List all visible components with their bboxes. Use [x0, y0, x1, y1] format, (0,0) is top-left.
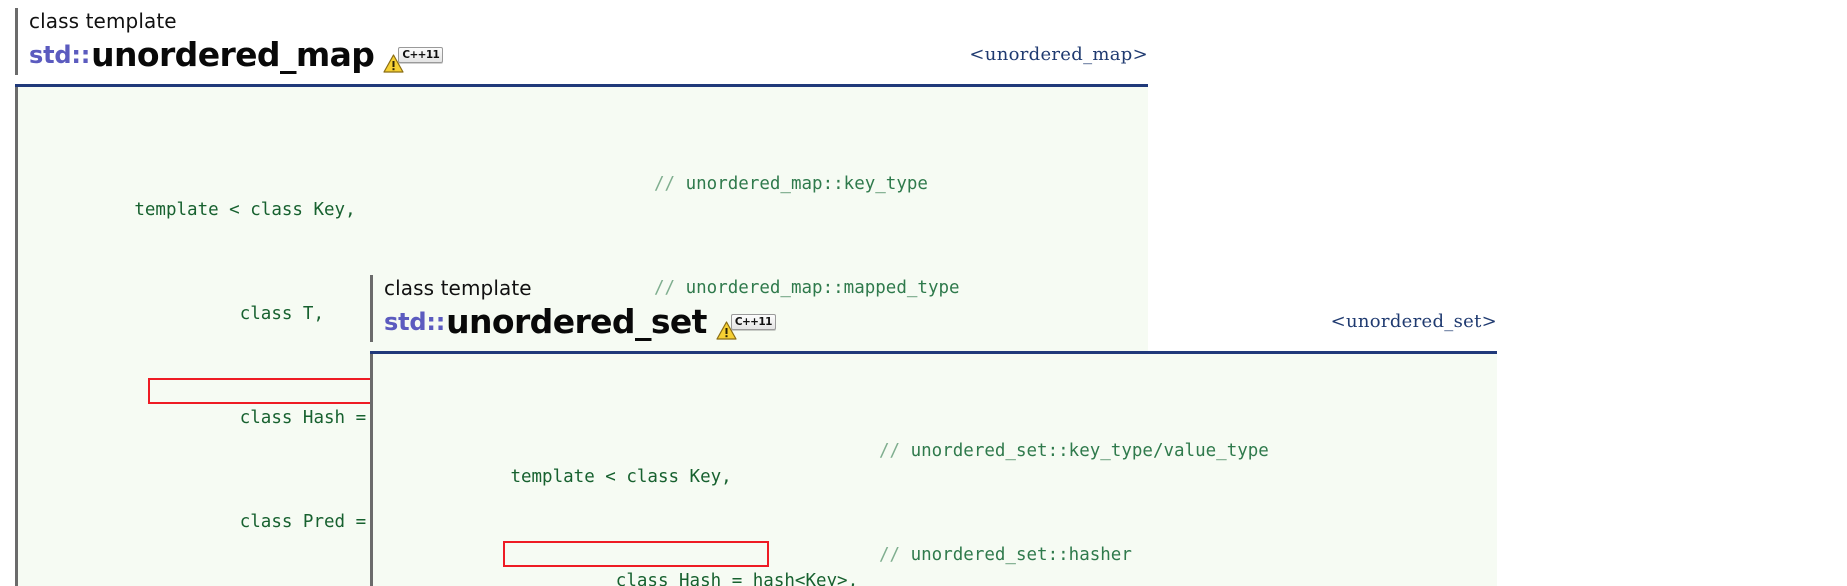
- code-declaration: class T,: [134, 304, 325, 324]
- comment-slashes: //: [879, 441, 901, 461]
- namespace-prefix: std::: [384, 308, 446, 336]
- reference-panel-unordered-set: class template std:: unordered_set C++11: [370, 275, 1497, 586]
- comment-slashes: //: [654, 174, 676, 194]
- code-declaration: class Hash = hash<Key>,: [510, 571, 859, 586]
- red-highlight-box: [503, 541, 769, 567]
- include-header-name: <unordered_set>: [1330, 311, 1497, 332]
- code-row: template < class Key, // unordered_set::…: [384, 438, 1497, 487]
- warning-triangle-icon: [716, 316, 737, 340]
- comment-slashes: //: [879, 545, 901, 565]
- panel-header: class template std:: unordered_set C++11: [370, 275, 1497, 342]
- code-block-unordered-set: template < class Key, // unordered_set::…: [370, 354, 1497, 586]
- badge-group: C++11: [383, 46, 444, 73]
- code-row-highlighted: class Hash = hash<Key>, // unordered_set…: [384, 541, 1497, 586]
- namespace-prefix: std::: [29, 41, 91, 69]
- code-comment: // unordered_set::hasher: [879, 545, 1132, 565]
- code-declaration: template < class Key,: [510, 467, 732, 487]
- code-comment: // unordered_set::key_type/value_type: [879, 441, 1269, 461]
- cxx-standard-badge: C++11: [730, 313, 776, 330]
- screenshot-canvas: class template std:: unordered_map C++11: [0, 0, 1847, 586]
- code-lines: template < class Key, // unordered_set::…: [370, 360, 1497, 586]
- code-row: template < class Key, // unordered_map::…: [29, 171, 1148, 220]
- badge-group: C++11: [716, 313, 776, 340]
- entity-name: unordered_map: [91, 35, 375, 74]
- entity-name: unordered_set: [446, 302, 707, 341]
- warning-triangle-icon: [383, 49, 404, 73]
- code-comment: // unordered_map::key_type: [654, 174, 928, 194]
- cxx-standard-badge: C++11: [398, 46, 444, 63]
- kind-label: class template: [384, 276, 532, 300]
- code-declaration: template < class Key,: [134, 200, 356, 220]
- kind-label: class template: [29, 9, 177, 33]
- reference-panel-unordered-set-clip: class template std:: unordered_set C++11: [370, 275, 1847, 586]
- include-header-name: <unordered_map>: [969, 44, 1148, 65]
